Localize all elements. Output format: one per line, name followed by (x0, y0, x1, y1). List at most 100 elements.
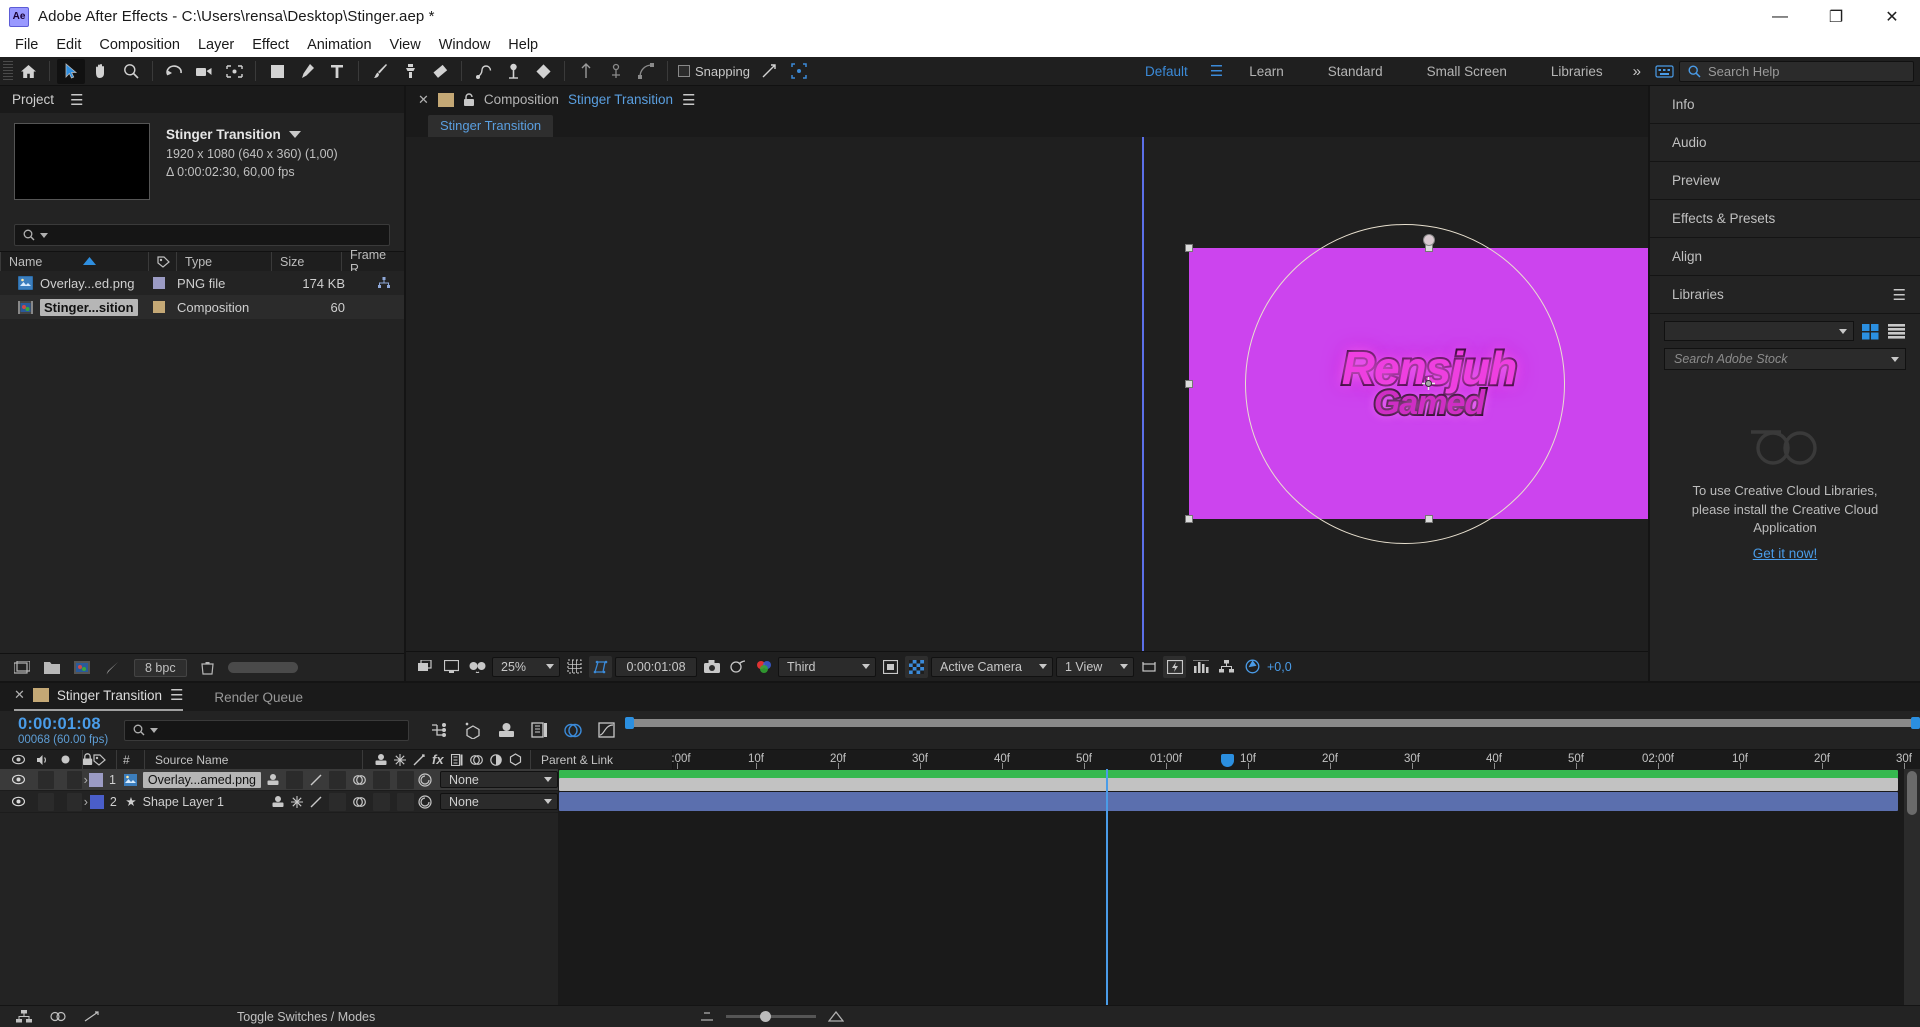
table-row[interactable]: › 1 Overlay...amed.png None (0, 769, 558, 791)
comp-mini-flowchart-footer-icon[interactable] (16, 1010, 32, 1023)
choose-grid-icon[interactable] (563, 656, 586, 678)
hand-tool-icon[interactable] (87, 59, 115, 84)
maximize-button[interactable]: ❐ (1808, 0, 1864, 33)
draft-3d-icon[interactable] (464, 722, 482, 739)
project-comp-dropdown-icon[interactable] (288, 131, 301, 139)
column-frame-rate[interactable]: Frame R... (341, 248, 404, 276)
layer-3d-switch[interactable] (397, 792, 414, 811)
label-swatch[interactable] (153, 277, 165, 289)
current-time-display[interactable]: 0:00:01:08 (615, 656, 697, 677)
fast-previews-icon[interactable] (1163, 655, 1186, 678)
composition-subtab[interactable]: Stinger Transition (428, 115, 554, 137)
channel-color-icon[interactable] (752, 656, 775, 678)
effects-switch-icon[interactable]: fx (432, 752, 444, 767)
toolbar-grip[interactable] (3, 60, 13, 82)
collapse-transform-icon[interactable] (394, 753, 406, 766)
shy-switch-icon[interactable] (375, 753, 387, 766)
selection-tool-icon[interactable] (57, 58, 85, 84)
motion-blur-switch-icon[interactable] (469, 754, 483, 766)
pixel-aspect-correction-icon[interactable] (1137, 656, 1160, 678)
project-search-input[interactable] (14, 224, 390, 246)
motion-blur-icon[interactable] (564, 722, 582, 739)
new-folder-icon[interactable] (44, 661, 60, 674)
layer-video-toggle[interactable] (12, 796, 25, 807)
timeline-search-input[interactable] (124, 719, 409, 741)
close-icon[interactable]: ✕ (14, 687, 25, 703)
close-button[interactable]: ✕ (1864, 0, 1920, 33)
workspace-learn[interactable]: Learn (1227, 64, 1306, 79)
grid-view-icon[interactable] (1861, 323, 1880, 340)
layer-motionblur-switch[interactable] (373, 792, 390, 811)
composition-viewer[interactable]: Rensjuh Gamed (406, 137, 1648, 651)
composition-mini-flowchart-icon[interactable] (431, 722, 448, 738)
snapping-arrow-icon[interactable] (755, 59, 783, 84)
show-snapshot-icon[interactable] (726, 656, 749, 678)
workspace-standard[interactable]: Standard (1306, 64, 1405, 79)
tab-project[interactable]: Project (12, 92, 54, 107)
region-of-interest-icon[interactable] (589, 655, 612, 678)
anchor-point-marker[interactable] (1422, 376, 1435, 390)
panel-tab-audio[interactable]: Audio (1650, 124, 1920, 162)
menu-help[interactable]: Help (499, 35, 547, 55)
zoom-in-icon[interactable] (828, 1010, 844, 1023)
transform-handle[interactable] (1185, 515, 1193, 523)
panel-tab-effects-presets[interactable]: Effects & Presets (1650, 200, 1920, 238)
table-row[interactable]: › 2 ★ Shape Layer 1 None (0, 791, 558, 813)
frame-blend-switch-icon[interactable] (450, 753, 463, 766)
snapping-toggle[interactable]: Snapping (678, 64, 750, 79)
layer-audio-toggle[interactable] (38, 792, 54, 811)
work-area-end-handle[interactable] (1911, 717, 1920, 729)
menu-window[interactable]: Window (430, 35, 500, 55)
brush-tool-icon[interactable] (366, 59, 394, 84)
parent-link-column-header[interactable]: Parent & Link (530, 750, 672, 769)
graph-editor-icon[interactable] (598, 722, 615, 738)
frame-blending-icon[interactable] (531, 722, 548, 738)
timeline-panel-menu-icon[interactable]: ☰ (170, 686, 183, 704)
camera-tool-icon[interactable] (190, 59, 218, 84)
zoom-tool-icon[interactable] (117, 59, 145, 84)
delete-icon[interactable] (200, 661, 214, 675)
layer-duration-bar-1[interactable] (559, 778, 1898, 791)
menu-file[interactable]: File (6, 35, 47, 55)
lock-icon[interactable] (463, 92, 475, 107)
comp-flowchart-icon[interactable] (1215, 656, 1238, 678)
audio-speaker-icon[interactable] (36, 754, 49, 766)
layer-shy-switch[interactable] (267, 773, 279, 786)
panel-tab-libraries[interactable]: Libraries (1672, 287, 1724, 302)
column-size[interactable]: Size (271, 252, 341, 271)
transparency-grid-icon[interactable] (905, 655, 928, 678)
adobe-stock-search-input[interactable]: Search Adobe Stock (1664, 348, 1906, 370)
always-preview-icon[interactable] (414, 656, 437, 678)
project-scroll-handle[interactable] (227, 662, 298, 673)
playhead-line[interactable] (1106, 769, 1108, 1005)
workspace-overflow-icon[interactable]: » (1625, 63, 1649, 80)
interpret-footage-icon[interactable] (104, 661, 120, 675)
timeline-ruler[interactable]: :00f 10f 20f 30f 40f 50f 01:00f 10f 20f … (671, 750, 1920, 769)
rectangle-tool-icon[interactable] (263, 59, 291, 84)
layer-frame-blend-switch[interactable] (353, 774, 366, 786)
view-layout-select[interactable]: 1 View (1056, 656, 1134, 677)
layer-effects-switch[interactable] (329, 770, 346, 789)
rotation-tool-icon[interactable] (160, 59, 188, 84)
layer-label-swatch[interactable] (89, 772, 104, 787)
layer-shy-switch[interactable] (272, 795, 284, 808)
reset-exposure-icon[interactable] (1241, 656, 1264, 678)
eraser-tool-icon[interactable] (426, 59, 454, 84)
snapping-checkbox[interactable] (678, 65, 690, 77)
library-select[interactable] (1664, 321, 1854, 341)
parent-select[interactable]: None (440, 771, 558, 788)
hide-shy-layers-icon[interactable] (498, 722, 515, 738)
search-filter-icon[interactable] (150, 727, 158, 733)
label-column-header[interactable] (82, 750, 116, 769)
layer-audio-toggle[interactable] (38, 770, 54, 789)
tab-render-queue[interactable]: Render Queue (214, 690, 303, 705)
transform-handle[interactable] (1185, 244, 1193, 252)
menu-edit[interactable]: Edit (47, 35, 90, 55)
parent-pickwhip-icon[interactable] (418, 794, 432, 809)
zoom-level-select[interactable]: 25% (492, 656, 560, 677)
transform-handle[interactable] (1185, 379, 1193, 388)
layer-3d-switch[interactable] (397, 770, 414, 789)
puppet-pin-tool-icon[interactable] (499, 59, 527, 84)
close-icon[interactable]: ✕ (418, 92, 429, 108)
playhead-marker[interactable] (1221, 754, 1234, 767)
